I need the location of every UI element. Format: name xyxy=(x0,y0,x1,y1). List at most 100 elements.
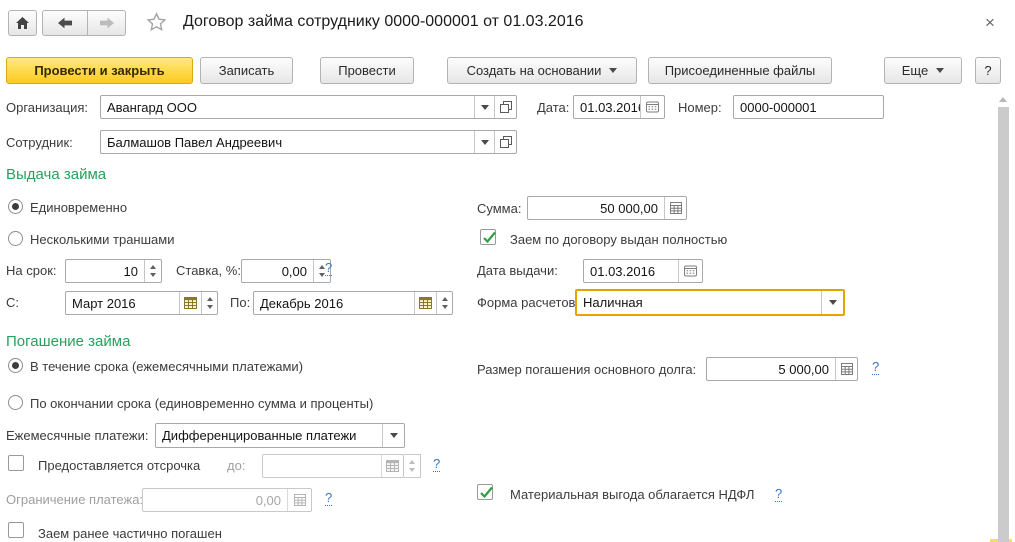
term-field[interactable]: 10 xyxy=(65,259,162,283)
payment-form-label: Форма расчетов: xyxy=(477,295,579,310)
payment-limit-field[interactable]: 0,00 xyxy=(142,488,312,512)
radio-repay-at-end[interactable] xyxy=(8,395,23,410)
back-arrow-icon xyxy=(57,17,73,29)
dropdown-arrow-icon[interactable] xyxy=(382,424,404,447)
home-button[interactable] xyxy=(8,10,37,36)
checkbox-deferral-label: Предоставляется отсрочка xyxy=(38,458,200,473)
to-month-field[interactable]: Декабрь 2016 xyxy=(253,291,453,315)
employee-label: Сотрудник: xyxy=(6,135,73,150)
number-label: Номер: xyxy=(678,100,722,115)
calculator-icon[interactable] xyxy=(287,489,311,511)
open-form-icon[interactable] xyxy=(494,131,516,153)
dropdown-arrow-icon[interactable] xyxy=(474,131,494,153)
repayment-section-title: Погашение займа xyxy=(6,333,130,350)
month-calendar-icon[interactable] xyxy=(381,455,403,477)
help-link-limit[interactable]: ? xyxy=(325,491,332,506)
term-value[interactable]: 10 xyxy=(66,260,144,282)
spinner[interactable] xyxy=(144,260,161,282)
monthly-payments-combobox[interactable]: Дифференцированные платежи xyxy=(155,423,405,448)
monthly-payments-label: Ежемесячные платежи: xyxy=(6,428,148,443)
favorite-star-icon[interactable] xyxy=(146,12,167,35)
chevron-down-icon xyxy=(609,68,617,73)
deferral-until-value[interactable] xyxy=(263,455,381,477)
checkbox-partially-repaid[interactable] xyxy=(8,522,24,538)
create-based-on-label: Создать на основании xyxy=(467,63,602,78)
scroll-up-icon[interactable] xyxy=(999,97,1007,102)
payment-limit-label: Ограничение платежа: xyxy=(6,492,143,507)
vertical-scrollbar[interactable] xyxy=(997,95,1010,542)
page-title: Договор займа сотруднику 0000-000001 от … xyxy=(183,13,584,31)
forward-arrow-icon xyxy=(99,17,115,29)
checkbox-ndfl-label: Материальная выгода облагается НДФЛ xyxy=(510,487,754,502)
employee-combobox[interactable]: Балмашов Павел Андреевич xyxy=(100,130,517,154)
month-calendar-icon[interactable] xyxy=(414,292,436,314)
number-value[interactable]: 0000-000001 xyxy=(734,96,883,118)
checkbox-ndfl[interactable] xyxy=(477,484,493,500)
forward-button[interactable] xyxy=(87,10,126,36)
amount-value[interactable]: 50 000,00 xyxy=(528,197,664,219)
help-link-deferral[interactable]: ? xyxy=(433,457,440,472)
issue-date-value[interactable]: 01.03.2016 xyxy=(584,260,678,282)
payment-form-value[interactable]: Наличная xyxy=(577,291,821,314)
from-label: С: xyxy=(6,295,19,310)
dropdown-arrow-icon[interactable] xyxy=(474,96,494,118)
principal-field[interactable]: 5 000,00 xyxy=(706,357,858,381)
open-form-icon[interactable] xyxy=(494,96,516,118)
to-month-value[interactable]: Декабрь 2016 xyxy=(254,292,414,314)
organization-value[interactable]: Авангард ООО xyxy=(101,96,474,118)
payment-form-combobox[interactable]: Наличная xyxy=(575,289,845,316)
dropdown-arrow-icon[interactable] xyxy=(821,291,843,314)
issue-date-label: Дата выдачи: xyxy=(477,263,558,278)
more-button[interactable]: Еще xyxy=(884,57,962,84)
scrollbar-thumb[interactable] xyxy=(998,107,1009,542)
spinner[interactable] xyxy=(404,454,421,478)
submit-and-close-label: Провести и закрыть xyxy=(34,63,164,78)
calendar-icon[interactable] xyxy=(640,96,664,118)
calendar-icon[interactable] xyxy=(678,260,702,282)
radio-issue-once-label: Единовременно xyxy=(30,200,127,215)
checkbox-fully-issued[interactable] xyxy=(480,229,496,245)
post-button[interactable]: Провести xyxy=(320,57,414,84)
from-month-value[interactable]: Март 2016 xyxy=(66,292,179,314)
submit-and-close-button[interactable]: Провести и закрыть xyxy=(6,57,193,84)
from-month-field[interactable]: Март 2016 xyxy=(65,291,218,315)
date-field[interactable]: 01.03.2016 xyxy=(573,95,665,119)
payment-limit-value[interactable]: 0,00 xyxy=(143,489,287,511)
close-icon[interactable]: × xyxy=(985,14,995,31)
rate-value[interactable]: 0,00 xyxy=(242,260,313,282)
radio-issue-tranches[interactable] xyxy=(8,231,23,246)
spinner[interactable] xyxy=(201,292,217,314)
help-button[interactable]: ? xyxy=(975,57,1001,84)
spinner[interactable] xyxy=(436,292,452,314)
principal-value[interactable]: 5 000,00 xyxy=(707,358,835,380)
rate-field[interactable]: 0,00 xyxy=(241,259,331,283)
term-label: На срок: xyxy=(6,263,57,278)
month-calendar-icon[interactable] xyxy=(179,292,201,314)
calculator-icon[interactable] xyxy=(835,358,857,380)
amount-field[interactable]: 50 000,00 xyxy=(527,196,687,220)
issue-date-field[interactable]: 01.03.2016 xyxy=(583,259,703,283)
attached-files-button[interactable]: Присоединенные файлы xyxy=(648,57,832,84)
checkbox-deferral[interactable] xyxy=(8,455,24,471)
save-button[interactable]: Записать xyxy=(200,57,293,84)
deferral-until-label: до: xyxy=(227,458,245,473)
help-link-principal[interactable]: ? xyxy=(872,360,879,375)
amount-label: Сумма: xyxy=(477,201,521,216)
create-based-on-button[interactable]: Создать на основании xyxy=(447,57,637,84)
date-value[interactable]: 01.03.2016 xyxy=(574,96,640,118)
help-link-rate[interactable]: ? xyxy=(325,261,332,276)
employee-value[interactable]: Балмашов Павел Андреевич xyxy=(101,131,474,153)
help-link-ndfl[interactable]: ? xyxy=(775,487,782,502)
checkbox-partially-repaid-label: Заем ранее частично погашен xyxy=(38,526,222,541)
radio-repay-during-term-label: В течение срока (ежемесячными платежами) xyxy=(30,359,303,374)
radio-issue-tranches-label: Несколькими траншами xyxy=(30,232,174,247)
monthly-payments-value[interactable]: Дифференцированные платежи xyxy=(156,424,382,447)
organization-combobox[interactable]: Авангард ООО xyxy=(100,95,517,119)
radio-issue-once[interactable] xyxy=(8,199,23,214)
radio-repay-during-term[interactable] xyxy=(8,358,23,373)
calculator-icon[interactable] xyxy=(664,197,686,219)
back-button[interactable] xyxy=(42,10,88,36)
checkbox-fully-issued-label: Заем по договору выдан полностью xyxy=(510,232,727,247)
deferral-until-field[interactable] xyxy=(262,454,404,478)
number-field[interactable]: 0000-000001 xyxy=(733,95,884,119)
